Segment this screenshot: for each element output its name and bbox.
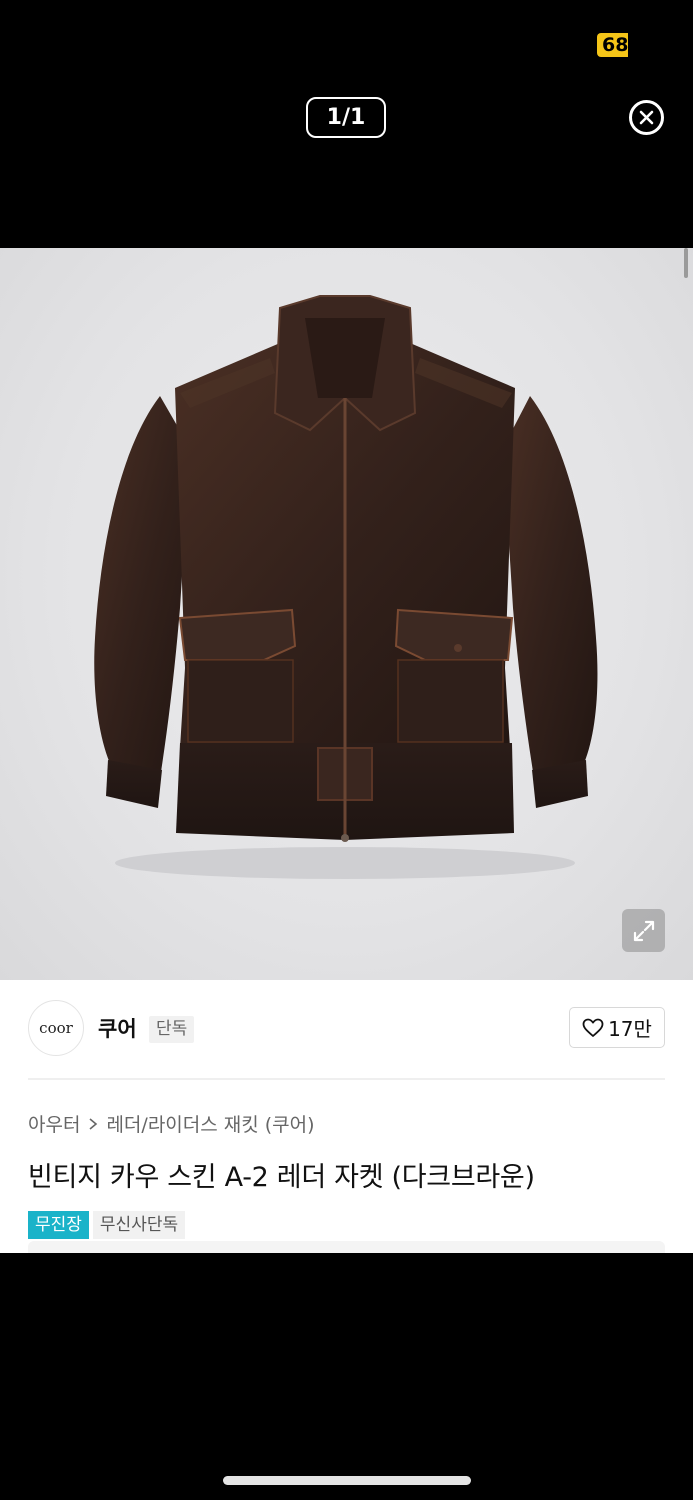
home-indicator[interactable]	[223, 1476, 471, 1485]
expand-image-button[interactable]	[622, 909, 665, 952]
content-peek	[28, 1241, 665, 1253]
exclusive-tag: 단독	[149, 1016, 195, 1043]
product-sheet: coor 쿠어 단독 17만 아우터 레더/라이더스 재킷 (쿠어) 빈티지 카…	[0, 248, 693, 1253]
chevron-right-icon	[89, 1117, 98, 1130]
image-counter: 1/1	[306, 97, 386, 138]
divider	[28, 1078, 665, 1080]
product-badges: 무진장 무신사단독	[28, 1211, 186, 1239]
breadcrumb-subcategory[interactable]: 레더/라이더스 재킷 (쿠어)	[106, 1110, 314, 1137]
breadcrumb: 아우터 레더/라이더스 재킷 (쿠어)	[28, 1110, 315, 1137]
status-indicator: 68	[597, 33, 628, 57]
heart-icon	[582, 1018, 604, 1037]
expand-icon	[633, 920, 654, 941]
brand-logo[interactable]: coor	[28, 1000, 84, 1056]
badge-mujinjang: 무진장	[28, 1211, 89, 1239]
like-button[interactable]: 17만	[569, 1007, 665, 1048]
product-image[interactable]	[0, 248, 693, 980]
leather-jacket-image	[94, 295, 598, 879]
badge-musinsa-exclusive: 무신사단독	[92, 1211, 186, 1239]
close-icon	[639, 110, 654, 125]
like-count: 17만	[608, 1017, 652, 1041]
brand-row: coor 쿠어 단독 17만	[28, 1000, 665, 1058]
product-title: 빈티지 카우 스킨 A-2 레더 자켓 (다크브라운)	[28, 1162, 535, 1193]
close-button[interactable]	[629, 100, 664, 135]
breadcrumb-category[interactable]: 아우터	[28, 1110, 80, 1137]
brand-name[interactable]: 쿠어	[98, 1013, 137, 1043]
scrollbar-thumb[interactable]	[684, 248, 688, 278]
